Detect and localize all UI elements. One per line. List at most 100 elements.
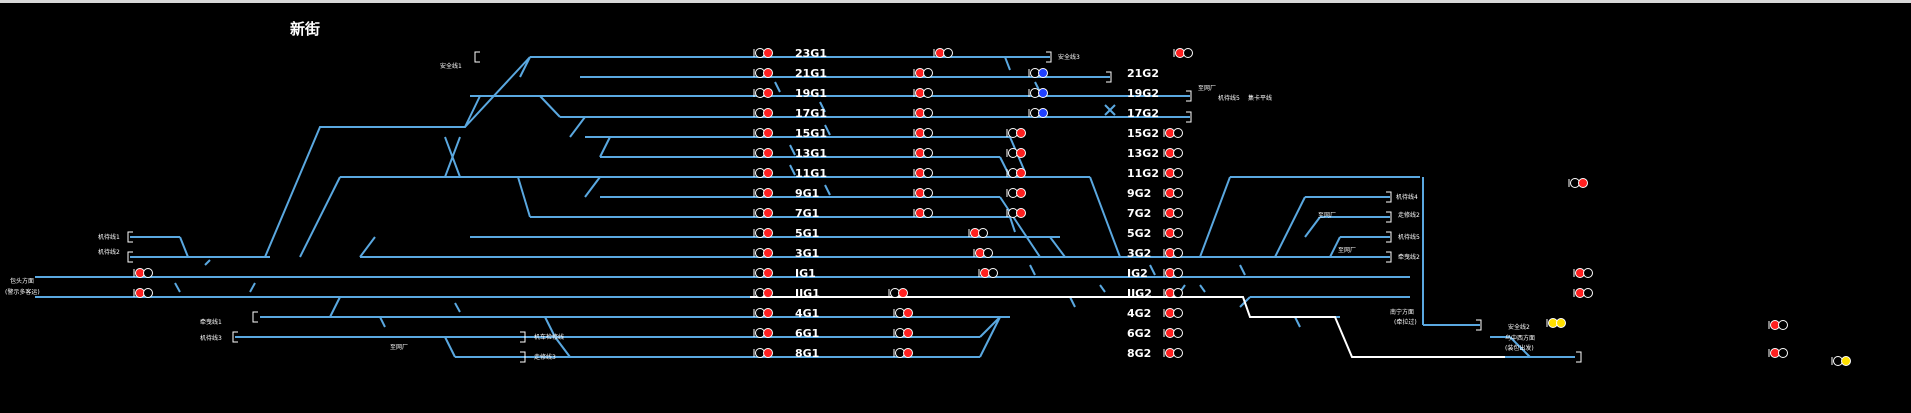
track-label-east: IIG2 (1127, 287, 1152, 300)
east-signal[interactable] (1163, 188, 1183, 198)
signal-lamp (978, 228, 988, 238)
west-signal[interactable] (753, 248, 773, 258)
east-signal[interactable] (1163, 268, 1183, 278)
signal-lamp (1016, 168, 1026, 178)
west-signal[interactable] (753, 128, 773, 138)
signal-lamp (903, 328, 913, 338)
track-label-east: 8G2 (1127, 347, 1151, 360)
middle-signal[interactable] (913, 68, 933, 78)
east-signal[interactable] (1163, 148, 1183, 158)
branch-signal[interactable] (1573, 288, 1593, 298)
east-signal[interactable] (1163, 288, 1183, 298)
shunt-signal[interactable] (1028, 88, 1048, 98)
west-signal[interactable] (753, 348, 773, 358)
signal-lamp (923, 68, 933, 78)
track-label-east: 3G2 (1127, 247, 1151, 260)
ladder-east-14 (1149, 264, 1156, 276)
signal-lamp (1173, 348, 1183, 358)
entry-signal[interactable] (133, 288, 153, 298)
middle-signal-2[interactable] (1006, 148, 1026, 158)
signal-lamp (763, 48, 773, 58)
side-label: 乌中西方面 (1505, 334, 1535, 342)
track-label-west: 19G1 (795, 87, 827, 100)
branch-signal[interactable] (1768, 320, 1788, 330)
signal-lamp (1583, 268, 1593, 278)
side-label: 牵曳线1 (200, 318, 222, 326)
track-label-west: 7G1 (795, 207, 819, 220)
middle-signal-2[interactable] (968, 228, 988, 238)
signal-lamp (1016, 148, 1026, 158)
middle-signal[interactable] (913, 208, 933, 218)
west-signal[interactable] (753, 288, 773, 298)
middle-signal[interactable] (933, 48, 953, 58)
east-signal[interactable] (1163, 128, 1183, 138)
middle-signal-2[interactable] (978, 268, 998, 278)
west-signal[interactable] (753, 168, 773, 178)
west-signal[interactable] (753, 188, 773, 198)
middle-signal-2[interactable] (1006, 168, 1026, 178)
track-label-east: 15G2 (1127, 127, 1159, 140)
lower-signal[interactable] (893, 328, 913, 338)
east-signal[interactable] (1163, 308, 1183, 318)
east-signal[interactable] (1173, 48, 1193, 58)
ladder-east-10 (979, 316, 1001, 338)
route-signal[interactable] (1546, 318, 1566, 328)
entry-signal[interactable] (133, 268, 153, 278)
branch-signal[interactable] (1573, 268, 1593, 278)
west-signal[interactable] (753, 328, 773, 338)
lower-signal[interactable] (893, 308, 913, 318)
lower-signal[interactable] (888, 288, 908, 298)
side-label: 安全线2 (1508, 323, 1530, 331)
west-signal[interactable] (753, 68, 773, 78)
west-signal[interactable] (753, 268, 773, 278)
west-signal[interactable] (753, 228, 773, 238)
east-signal[interactable] (1163, 228, 1183, 238)
track-label-west: 3G1 (795, 247, 819, 260)
branch-signal[interactable] (1768, 348, 1788, 358)
middle-signal[interactable] (913, 148, 933, 158)
buffer-stop (474, 51, 480, 63)
track-label-west: 21G1 (795, 67, 827, 80)
track-label-east: 19G2 (1127, 87, 1159, 100)
lower-signal[interactable] (893, 348, 913, 358)
east-signal[interactable] (1163, 328, 1183, 338)
signal-lamp (1556, 318, 1566, 328)
east-signal[interactable] (1163, 248, 1183, 258)
middle-signal-2[interactable] (973, 248, 993, 258)
signal-lamp (1173, 328, 1183, 338)
middle-signal[interactable] (913, 188, 933, 198)
east-signal[interactable] (1163, 348, 1183, 358)
west-signal[interactable] (753, 48, 773, 58)
east-signal[interactable] (1163, 168, 1183, 178)
side-label: (牵拉过) (1394, 318, 1417, 326)
ladder-east-28 (774, 81, 781, 93)
middle-signal[interactable] (913, 88, 933, 98)
shunt-signal[interactable] (1028, 108, 1048, 118)
track-label-east: 6G2 (1127, 327, 1151, 340)
signal-lamp (1841, 356, 1851, 366)
middle-signal-2[interactable] (1006, 188, 1026, 198)
side-label: 至网厂 (1318, 212, 1336, 219)
signal-lamp (143, 288, 153, 298)
east-signal[interactable] (1163, 208, 1183, 218)
west-signal[interactable] (753, 108, 773, 118)
west-signal[interactable] (753, 88, 773, 98)
middle-signal[interactable] (913, 108, 933, 118)
signal-lamp (763, 128, 773, 138)
branch-signal[interactable] (1568, 178, 1588, 188)
shunt-signal[interactable] (1028, 68, 1048, 78)
middle-signal[interactable] (913, 128, 933, 138)
west-signal[interactable] (753, 308, 773, 318)
middle-signal[interactable] (913, 168, 933, 178)
west-signal[interactable] (753, 208, 773, 218)
middle-signal-2[interactable] (1006, 208, 1026, 218)
signal-lamp (763, 68, 773, 78)
signal-lamp (988, 268, 998, 278)
route-signal[interactable] (1831, 356, 1851, 366)
west-signal[interactable] (753, 148, 773, 158)
side-label: (装包出发) (1505, 344, 1534, 352)
ladder-west-10 (517, 176, 531, 218)
middle-signal-2[interactable] (1006, 128, 1026, 138)
ladder-east-15 (1199, 284, 1206, 293)
side-label: 牵曳线2 (1398, 253, 1420, 261)
